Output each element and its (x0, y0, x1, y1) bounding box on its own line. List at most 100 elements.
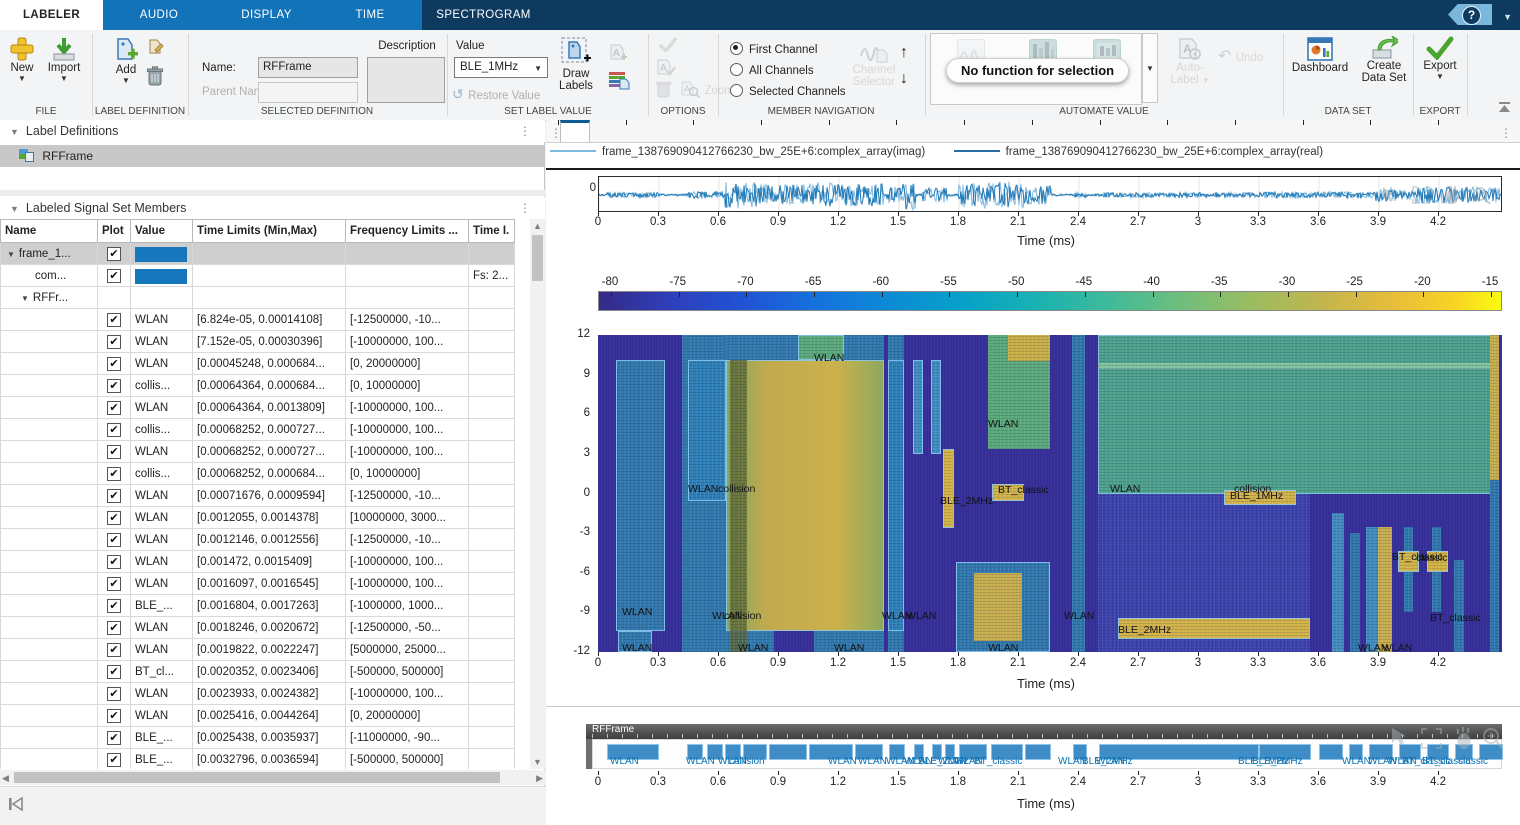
spectrogram-region[interactable] (774, 631, 814, 652)
spectrogram-region[interactable] (1118, 618, 1310, 639)
import-button[interactable]: Import ▼ (44, 36, 84, 83)
spectrogram-region[interactable] (913, 360, 923, 454)
plot-checkbox[interactable]: ✔ (107, 247, 121, 261)
label-attribute-add-button[interactable]: A (608, 42, 634, 62)
name-field[interactable]: RFFrame (258, 57, 358, 78)
plot-checkbox[interactable]: ✔ (107, 753, 121, 767)
plot-checkbox[interactable]: ✔ (107, 357, 121, 371)
plot-hover-tools[interactable] (1377, 185, 1497, 205)
create-data-set-button[interactable]: Create Data Set (1356, 36, 1412, 84)
column-header[interactable]: Frequency Limits ... (346, 220, 469, 243)
collapse-panel-icon[interactable] (8, 797, 24, 811)
spectrogram-region[interactable] (1490, 335, 1499, 480)
spectrogram-region[interactable] (943, 449, 954, 528)
plot-checkbox[interactable]: ✔ (107, 445, 121, 459)
radio-first-channel[interactable]: First Channel (730, 40, 817, 58)
spectrogram-region[interactable] (888, 360, 904, 631)
tab-audio[interactable]: AUDIO (103, 0, 215, 30)
spectrogram-region[interactable] (726, 631, 884, 652)
plot-checkbox[interactable]: ✔ (107, 313, 121, 327)
table-row[interactable]: ✔collis... [0.00068252, 0.000684...[0, 1… (1, 463, 515, 485)
spectrogram-region[interactable] (1072, 335, 1085, 652)
spectrogram-region[interactable] (1454, 560, 1464, 653)
add-label-button[interactable]: Add ▼ (108, 36, 144, 85)
column-header[interactable]: Value (131, 220, 193, 243)
dashboard-button[interactable]: Dashboard (1288, 36, 1352, 74)
table-row[interactable]: ✔BLE_... [0.0032796, 0.0036594][-500000,… (1, 749, 515, 770)
table-row[interactable]: ✔WLAN [0.0019822, 0.0022247][5000000, 25… (1, 639, 515, 661)
spectrogram-region[interactable] (1404, 527, 1413, 613)
table-row[interactable]: ✔WLAN [0.00045248, 0.000684...[0, 200000… (1, 353, 515, 375)
new-button[interactable]: New ▼ (4, 36, 40, 83)
label-segment[interactable] (1025, 744, 1051, 760)
label-list-button[interactable] (608, 70, 634, 90)
plot-checkbox[interactable]: ✔ (107, 533, 121, 547)
new-caret-icon[interactable]: ▼ (4, 74, 40, 83)
spectrogram-region[interactable] (616, 360, 665, 631)
spectrogram-region[interactable] (1378, 527, 1392, 653)
strip-hover-tools[interactable] (1384, 726, 1504, 752)
plot-checkbox[interactable]: ✔ (107, 489, 121, 503)
export-caret-icon[interactable]: ▼ (1418, 72, 1462, 81)
plot-checkbox[interactable]: ✔ (107, 643, 121, 657)
spectrogram-region[interactable] (1427, 551, 1448, 572)
draw-labels-button[interactable]: Draw Labels (556, 36, 596, 92)
spectrogram-region[interactable] (682, 335, 726, 652)
description-field[interactable] (367, 57, 445, 103)
table-row[interactable]: ✔WLAN [0.001472, 0.0015409][-10000000, 1… (1, 551, 515, 573)
time-waveform-plot[interactable] (598, 176, 1502, 212)
scroll-up-icon[interactable]: ▲ (530, 221, 545, 231)
parent-name-field[interactable] (258, 82, 358, 103)
restore-value-button[interactable]: ↺ Restore Value (452, 86, 540, 104)
spectrogram-region[interactable] (1398, 551, 1419, 572)
label-definitions-header[interactable]: ▼Label Definitions ⋮ (0, 120, 545, 142)
spectrogram-region[interactable] (726, 360, 884, 631)
spectrogram-region[interactable] (1098, 494, 1310, 653)
spectrogram-region[interactable] (956, 562, 1050, 652)
vscroll-thumb[interactable] (532, 235, 543, 281)
table-row[interactable]: ✔WLAN [0.0012146, 0.0012556][-12500000, … (1, 529, 515, 551)
table-row[interactable]: ✔WLAN [0.0023933, 0.0024382][-10000000, … (1, 683, 515, 705)
undo-button[interactable]: ↶ Undo (1218, 46, 1263, 66)
plot-checkbox[interactable]: ✔ (107, 379, 121, 393)
spectrogram-region[interactable] (988, 335, 1050, 449)
members-menu-icon[interactable]: ⋮ (519, 197, 531, 219)
table-row[interactable]: ✔WLAN [0.0012055, 0.0014378][10000000, 3… (1, 507, 515, 529)
auto-label-button[interactable]: A Auto- Label ▼ (1166, 36, 1214, 86)
table-row[interactable]: ▼RFFr... (1, 287, 515, 309)
spectrogram-region[interactable] (798, 335, 844, 360)
table-row[interactable]: ✔BT_cl... [0.0020352, 0.0023406][-500000… (1, 661, 515, 683)
spectrogram-region[interactable] (974, 573, 1022, 642)
tab-time[interactable]: TIME (318, 0, 422, 30)
spectrogram-plot[interactable]: WLANWLANWLANcollisionWLANcollisionWLANWL… (598, 335, 1502, 652)
table-row[interactable]: ✔BLE_... [0.0016804, 0.0017263][-1000000… (1, 595, 515, 617)
table-row[interactable]: ✔WLAN [7.152e-05, 0.00030396][-10000000,… (1, 331, 515, 353)
column-header[interactable]: Plot (98, 220, 131, 243)
label-segment[interactable] (769, 744, 807, 760)
plot-checkbox[interactable]: ✔ (107, 687, 121, 701)
plot-checkbox[interactable]: ✔ (107, 467, 121, 481)
table-row[interactable]: ✔WLAN [0.00068252, 0.000727...[-10000000… (1, 441, 515, 463)
strip-header[interactable]: RFFrame (586, 724, 1502, 739)
help-caret-icon[interactable]: ▼ (1503, 12, 1512, 22)
spectrogram-region[interactable] (730, 360, 747, 652)
tab-labeler[interactable]: LABELER (0, 0, 103, 30)
members-hscrollbar[interactable]: ◀ ▶ (0, 770, 545, 785)
table-row[interactable]: ▼frame_1... ✔ (1, 243, 515, 265)
plot-checkbox[interactable]: ✔ (107, 335, 121, 349)
table-row[interactable]: ✔WLAN [0.00064364, 0.0013809][-10000000,… (1, 397, 515, 419)
doc-strip-actions-icon[interactable]: ⋮ (1500, 122, 1512, 144)
table-row[interactable]: ✔collis... [0.00064364, 0.000684...[0, 1… (1, 375, 515, 397)
plot-checkbox[interactable]: ✔ (107, 269, 121, 283)
members-vscrollbar[interactable]: ▲ ▼ (530, 219, 545, 769)
scroll-down-icon[interactable]: ▼ (530, 757, 545, 767)
table-row[interactable]: ✔BLE_... [0.0025438, 0.0035937][-1100000… (1, 727, 515, 749)
spectrogram-region[interactable] (688, 360, 726, 501)
table-row[interactable]: ✔WLAN [6.824e-05, 0.00014108][-12500000,… (1, 309, 515, 331)
plot-checkbox[interactable]: ✔ (107, 665, 121, 679)
signal-document-tab[interactable] (560, 120, 590, 142)
scroll-left-icon[interactable]: ◀ (2, 773, 9, 784)
spectrogram-region[interactable] (1432, 527, 1441, 613)
spectrogram-region[interactable] (1350, 533, 1360, 652)
table-row[interactable]: ✔WLAN [0.0018246, 0.0020672][-12500000, … (1, 617, 515, 639)
